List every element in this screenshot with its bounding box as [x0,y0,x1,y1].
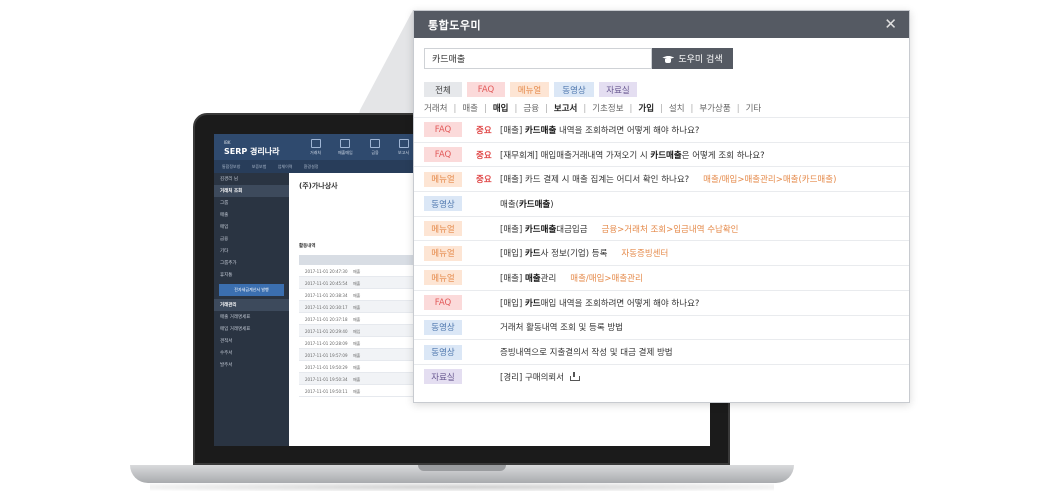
result-type-tag: FAQ [424,295,462,311]
result-type-tag: FAQ [424,147,462,163]
app-sidebar: 김경리 님 거래처 조회 그룹 매출 매입 금융 기타 그룹추가 휴지통 전자세… [214,173,289,446]
search-input[interactable] [424,48,652,69]
category-separator: | [514,104,518,114]
category-item[interactable]: 거래처 [424,104,447,114]
result-title[interactable]: 매출(카드매출) [500,198,554,210]
result-row[interactable]: FAQ 중요 [재무회계] 매입매출거래내역 가져오기 시 카드매출은 어떻게 조회… [414,141,909,167]
result-title[interactable]: [재무회계] 매입매출거래내역 가져오기 시 카드매출은 어떻게 조회 하나요? [500,149,765,161]
category-item[interactable]: 매입 [493,104,509,114]
stage: IBK SERP 경리나라 거래처 매출매입 금융 보고서 통합정보창 보증보험… [0,0,1060,497]
result-title[interactable]: [경리] 구매의뢰서 [500,371,564,383]
result-title[interactable]: [매출] 카드 결제 시 매출 집계는 어디서 확인 하나요? [500,173,689,185]
category-separator: | [736,104,740,114]
result-row[interactable]: 메뉴얼 [매출] 카드매출대금입금 금융>거래처 조회>입금내역 수납확인 [414,215,909,241]
category-item[interactable]: 매출 [462,104,478,114]
result-type-tag: 메뉴얼 [424,171,462,187]
laptop-shadow [150,483,774,491]
result-row[interactable]: FAQ 중요 [매출] 카드매출 내역을 조회하려면 어떻게 해야 하나요? [414,117,909,142]
result-type-tag: 메뉴얼 [424,221,462,237]
category-separator: | [583,104,587,114]
popup-header: 통합도우미 ✕ [414,11,909,38]
result-row[interactable]: 동영상 거래처 활동내역 조회 및 등록 방법 [414,314,909,340]
important-badge: 중요 [476,125,492,136]
category-separator: | [483,104,487,114]
category-separator: | [545,104,548,114]
laptop-notch [418,465,506,471]
filter-data-room[interactable]: 자료실 [599,82,637,97]
search-row: 도우미 검색 [424,48,733,69]
category-item[interactable]: 설치 [669,104,685,114]
menu-path-link[interactable]: 매출/매입>매출관리 [570,272,643,284]
important-badge: 중요 [476,150,492,161]
result-type-tag: 자료실 [424,369,462,385]
nav-item-1[interactable]: 매출매입 [338,139,353,156]
result-type-tag: 동영상 [424,319,462,335]
category-separator: | [453,104,457,114]
category-bar: 거래처 | 매출 | 매입 | 금융 | 보고서 | 기초정보 | 가입 | 설치 | 부가상품 | 기타 [424,102,761,114]
company-name: (주)가나상사 [299,182,338,190]
download-icon[interactable] [570,372,581,382]
category-item[interactable]: 부가상품 [699,104,730,114]
result-row[interactable]: 메뉴얼 중요 [매출] 카드 결제 시 매출 집계는 어디서 확인 하나요? 매출/매… [414,166,909,191]
category-item[interactable]: 금융 [523,104,539,114]
nav-item-0[interactable]: 거래처 [310,139,321,156]
result-row[interactable]: 자료실 [경리] 구매의뢰서 [414,363,909,389]
result-type-tag: 동영상 [424,196,462,212]
category-separator: | [629,104,633,114]
filter-faq[interactable]: FAQ [467,82,505,97]
filter-chips: 전체 FAQ 메뉴얼 동영상 자료실 [424,82,637,97]
result-type-tag: 메뉴얼 [424,270,462,286]
result-title[interactable]: [매출] 카드매출 내역을 조회하려면 어떻게 해야 하나요? [500,124,699,136]
result-title[interactable]: 증빙내역으로 지출결의서 작성 및 대금 결제 방법 [500,346,673,358]
menu-path-link[interactable]: 금융>거래처 조회>입금내역 수납확인 [602,223,739,235]
result-type-tag: 메뉴얼 [424,245,462,261]
nav-item-3[interactable]: 보고서 [398,139,409,156]
close-icon[interactable]: ✕ [884,17,897,32]
category-separator: | [690,104,694,114]
category-item[interactable]: 가입 [638,104,654,114]
filter-manual[interactable]: 메뉴얼 [510,82,549,97]
filter-video[interactable]: 동영상 [554,82,594,97]
result-type-tag: 동영상 [424,344,462,360]
filter-all[interactable]: 전체 [424,82,462,97]
result-title[interactable]: 거래처 활동내역 조회 및 등록 방법 [500,321,623,333]
result-row[interactable]: 동영상 매출(카드매출) [414,191,909,216]
nav-item-2[interactable]: 금융 [370,139,380,156]
result-title[interactable]: [매입] 카드사 정보(기업) 등록 [500,247,607,259]
activity-tab[interactable]: 활동내역 [299,243,316,249]
app-logo: IBK SERP 경리나라 [224,140,280,156]
category-item[interactable]: 보고서 [554,104,577,114]
result-row[interactable]: FAQ [매입] 카드매입 내역을 조회하려면 어떻게 해야 하나요? [414,289,909,315]
result-title[interactable]: [매출] 카드매출대금입금 [500,223,588,235]
category-item[interactable]: 기타 [746,104,762,114]
category-separator: | [660,104,663,114]
search-button[interactable]: 도우미 검색 [652,48,733,69]
result-title[interactable]: [매출] 매출관리 [500,272,556,284]
menu-path-link[interactable]: 매출/매입>매출관리>매출(카드매출) [703,173,836,185]
category-item[interactable]: 기초정보 [592,104,623,114]
result-type-tag: FAQ [424,122,462,138]
result-row[interactable]: 메뉴얼 [매출] 매출관리 매출/매입>매출관리 [414,265,909,290]
result-row[interactable]: 메뉴얼 [매입] 카드사 정보(기업) 등록 자동증빙센터 [414,240,909,265]
help-popup: 통합도우미 ✕ 도우미 검색 전체 FAQ 메뉴얼 동영상 자료실 거래처 | 매출… [413,10,910,403]
graduation-cap-icon [662,55,674,63]
result-list: FAQ 중요 [매출] 카드매출 내역을 조회하려면 어떻게 해야 하나요? FAQ 중… [414,117,909,389]
important-badge: 중요 [476,175,492,186]
result-row[interactable]: 동영상 증빙내역으로 지출결의서 작성 및 대금 결제 방법 [414,339,909,364]
menu-path-link[interactable]: 자동증빙센터 [621,247,668,259]
popup-title: 통합도우미 [428,18,482,32]
result-title[interactable]: [매입] 카드매입 내역을 조회하려면 어떻게 해야 하나요? [500,297,699,309]
